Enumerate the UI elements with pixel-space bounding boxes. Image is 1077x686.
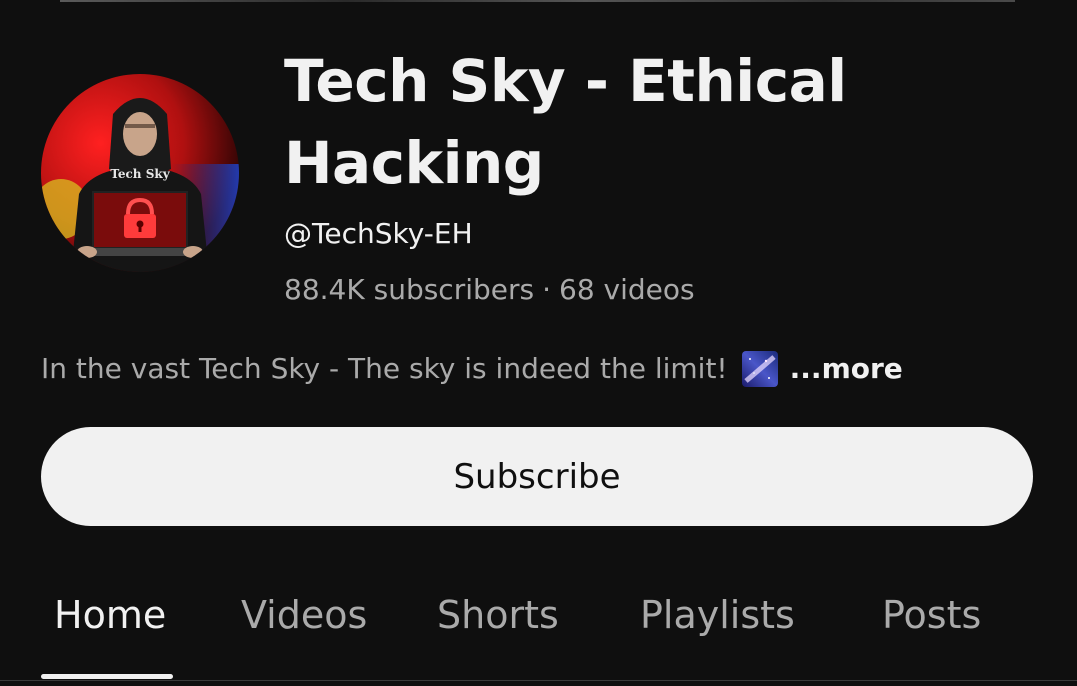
tab-playlists[interactable]: Playlists <box>640 590 795 640</box>
subscriber-count: 88.4K subscribers <box>284 273 535 306</box>
channel-description[interactable]: In the vast Tech Sky - The sky is indeed… <box>41 349 903 389</box>
subscribe-button[interactable]: Subscribe <box>41 427 1033 526</box>
channel-title: Tech Sky - Ethical Hacking <box>284 47 847 197</box>
description-text: In the vast Tech Sky - The sky is indeed… <box>41 352 728 385</box>
video-thumbnail-strip <box>60 0 1015 2</box>
milky-way-icon <box>741 351 778 387</box>
tabs-divider <box>0 680 1077 681</box>
channel-tabs: Home Videos Shorts Playlists Posts <box>0 576 1077 686</box>
more-link[interactable]: ...more <box>790 349 903 389</box>
avatar-image: Tech Sky <box>41 74 239 272</box>
tab-posts[interactable]: Posts <box>882 590 981 640</box>
channel-handle: @TechSky-EH <box>284 217 473 250</box>
channel-stats: 88.4K subscribers · 68 videos <box>284 270 695 310</box>
active-tab-indicator <box>41 674 173 679</box>
tab-shorts[interactable]: Shorts <box>437 590 559 640</box>
svg-text:Tech Sky: Tech Sky <box>110 167 170 181</box>
tab-videos[interactable]: Videos <box>241 590 367 640</box>
channel-avatar[interactable]: Tech Sky <box>41 74 239 272</box>
video-count: 68 videos <box>559 273 695 306</box>
stats-separator: · <box>542 273 551 306</box>
tab-home[interactable]: Home <box>54 590 166 640</box>
